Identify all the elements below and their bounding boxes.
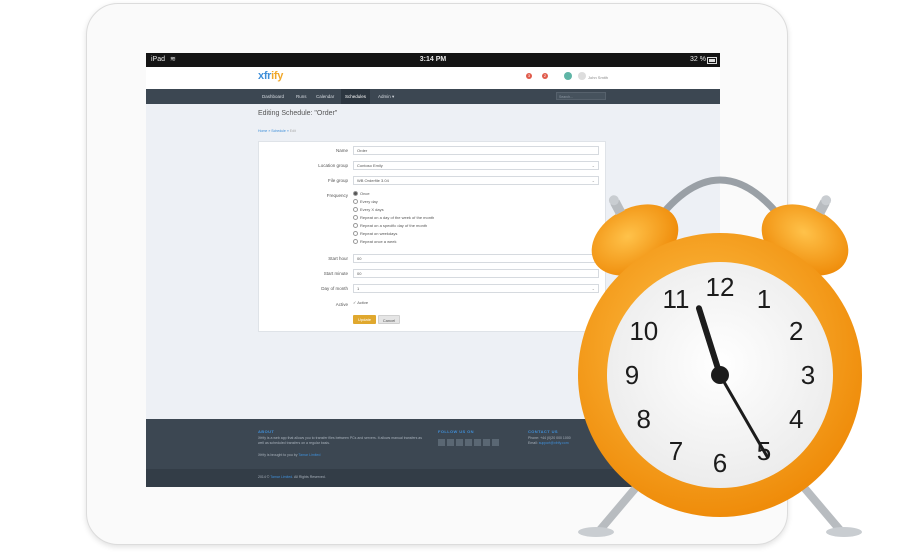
about-heading: ABOUT (258, 429, 275, 434)
rss-icon[interactable] (483, 439, 490, 446)
frequency-label: Frequency (326, 193, 348, 198)
frequency-option-every-day[interactable]: Every day (353, 199, 378, 205)
linkedin-icon[interactable] (474, 439, 481, 446)
alarm-clock-illustration: 121234567891011 (578, 176, 862, 537)
clock-number-2: 2 (789, 316, 803, 346)
clock-number-4: 4 (789, 404, 803, 434)
active-label: Active (335, 302, 348, 307)
clock-number-1: 1 (757, 284, 771, 314)
nav-admin[interactable]: Admin ▾ (374, 89, 398, 104)
active-checkbox[interactable]: ✓ Active (353, 300, 368, 305)
start-hour-label: Start hour (328, 256, 348, 261)
cancel-button[interactable]: Cancel (378, 315, 400, 324)
ios-status-bar: iPad ≋ 3:14 PM 32 % (146, 53, 720, 67)
user-icon[interactable] (578, 72, 586, 80)
name-label: Name (335, 148, 348, 153)
checkmark-icon: ✓ (353, 300, 357, 305)
clock-number-8: 8 (637, 404, 651, 434)
clock-number-3: 3 (801, 360, 815, 390)
breadcrumb-current: Edit (289, 129, 296, 133)
main-navbar: Dashboard Runs Calendar Schedules Admin … (146, 89, 720, 104)
start-minute-label: Start minute (323, 271, 348, 276)
clock-number-10: 10 (629, 316, 658, 346)
facebook-icon[interactable] (447, 439, 454, 446)
nav-dashboard[interactable]: Dashboard (258, 89, 288, 104)
search-input[interactable]: Search... (556, 92, 606, 100)
nav-runs[interactable]: Runs (292, 89, 311, 104)
clock-number-11: 11 (663, 284, 690, 314)
location-group-label: Location group (318, 163, 348, 168)
clock-number-9: 9 (625, 360, 639, 390)
twitter-icon[interactable] (456, 439, 463, 446)
frequency-option-day-of-week[interactable]: Repeat on a day of the week of the month (353, 215, 434, 221)
user-name[interactable]: John Smith (588, 75, 608, 80)
clock-center-pin (711, 366, 729, 384)
alert-badge[interactable]: 2 (542, 73, 548, 79)
breadcrumb-home[interactable]: Home (258, 129, 267, 133)
rss-icon[interactable] (438, 439, 445, 446)
battery-icon (707, 57, 717, 64)
copyright-link[interactable]: Tamar Limited (270, 475, 292, 479)
nav-calendar[interactable]: Calendar (312, 89, 338, 104)
follow-heading: FOLLOW US ON (438, 429, 474, 434)
brought-by-text: Xfrify is brought to you by Tamar Limite… (258, 453, 321, 457)
notification-badge[interactable]: 3 (526, 73, 532, 79)
frequency-option-once[interactable]: Once (353, 191, 370, 197)
day-of-month-label: Day of month (321, 286, 348, 291)
company-link[interactable]: Tamar Limited (298, 453, 320, 457)
contact-heading: CONTACT US (528, 429, 558, 434)
update-button[interactable]: Update (353, 315, 376, 324)
clock-number-7: 7 (669, 436, 683, 466)
file-group-label: File group (327, 178, 348, 183)
xfrify-logo[interactable]: xfrify (258, 70, 283, 82)
copyright: 2014 © Tamar Limited. All Rights Reserve… (258, 475, 326, 479)
vimeo-icon[interactable] (492, 439, 499, 446)
clock-number-12: 12 (706, 272, 735, 302)
avatar[interactable] (564, 72, 572, 80)
breadcrumb: Home » Schedule » Edit (258, 129, 296, 133)
about-text: Xfrify is a web app that allows you to t… (258, 436, 422, 445)
frequency-option-weekdays[interactable]: Repeat on weekdays (353, 231, 397, 237)
clock-number-6: 6 (713, 448, 727, 478)
breadcrumb-schedule[interactable]: Schedule (271, 129, 286, 133)
battery-percent: 32 % (690, 56, 706, 63)
frequency-option-weekly[interactable]: Repeat once a week (353, 239, 396, 245)
app-header: xfrify 3 2 John Smith (146, 67, 720, 89)
nav-schedules[interactable]: Schedules (341, 89, 371, 104)
frequency-option-specific-day[interactable]: Repeat on a specific day of the month (353, 223, 427, 229)
google-icon[interactable] (465, 439, 472, 446)
page-title: Editing Schedule: "Order" (258, 110, 338, 117)
schedule-form: Name Order Location group Contoso Emily ⌄… (258, 141, 606, 332)
frequency-option-every-x-days[interactable]: Every X days (353, 207, 384, 213)
status-time: 3:14 PM (419, 56, 447, 63)
